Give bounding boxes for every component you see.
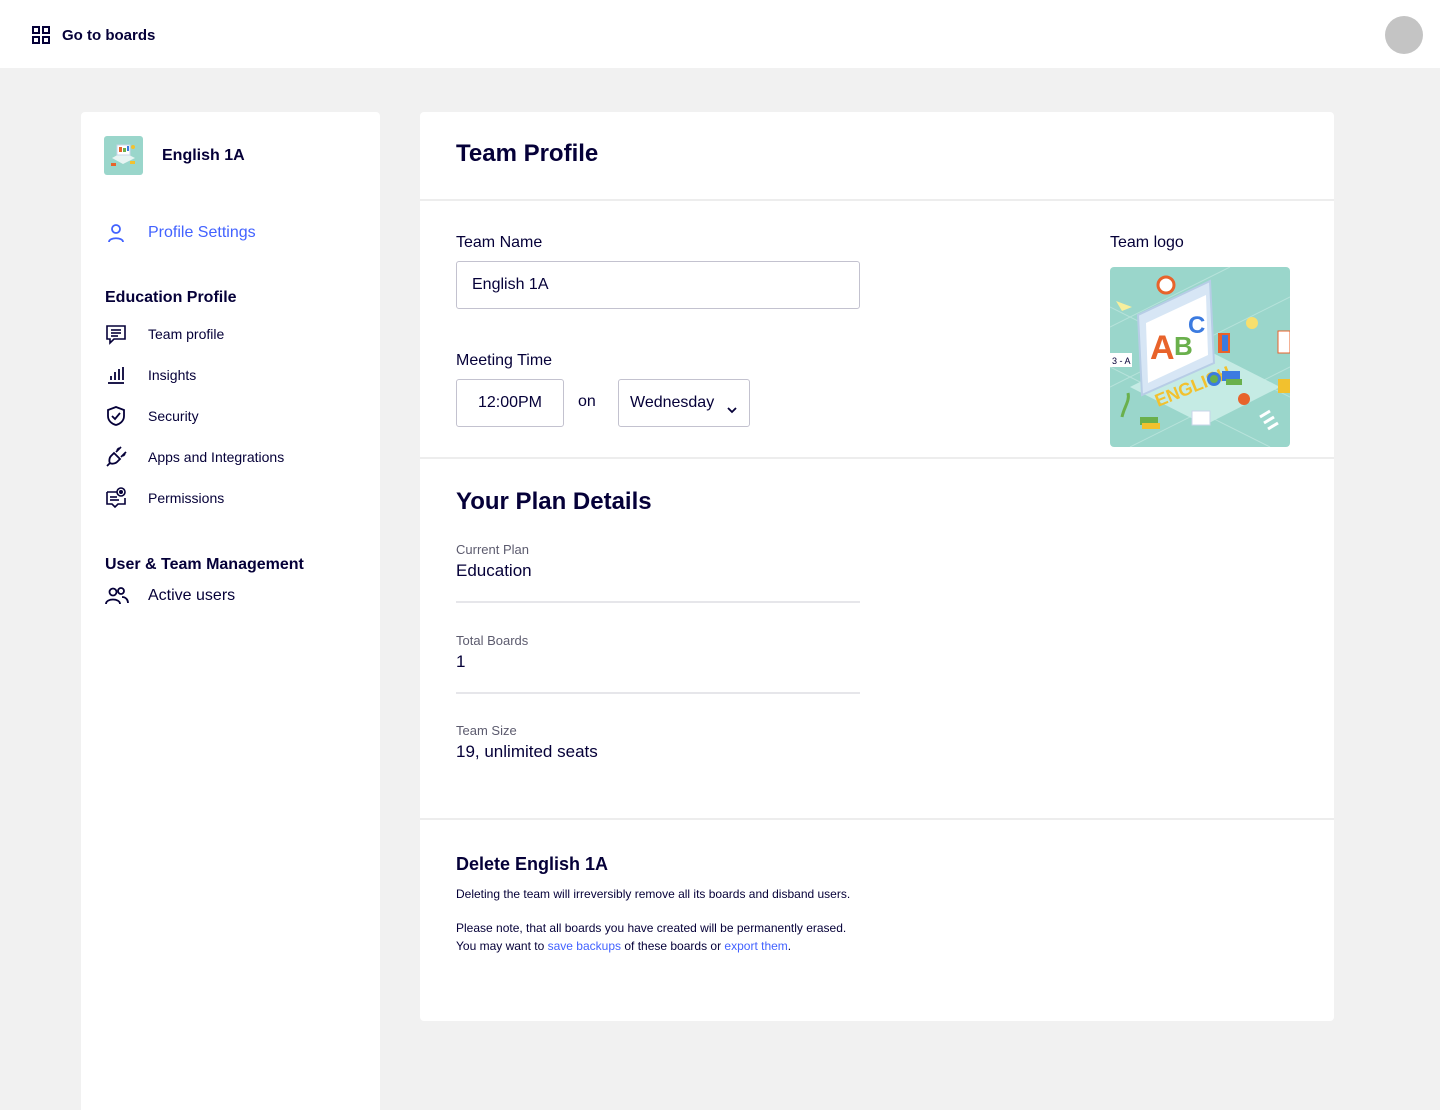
delete-note-text: Please note, that all boards you have cr…	[456, 921, 847, 935]
top-bar: Go to boards	[0, 0, 1440, 68]
plan-row-value: 1	[456, 652, 466, 671]
bar-chart-icon	[105, 364, 127, 386]
sidebar-item-label: Security	[148, 408, 199, 424]
sidebar-item-label: Profile Settings	[148, 224, 256, 241]
sidebar-item-security[interactable]: Security	[105, 405, 199, 427]
sidebar-item-permissions[interactable]: Permissions	[105, 487, 224, 509]
meeting-time-label: Meeting Time	[456, 352, 553, 369]
sidebar-item-team-profile[interactable]: Team profile	[105, 323, 224, 345]
plan-row-label: Current Plan	[456, 542, 529, 557]
page-title: Team Profile	[456, 140, 599, 167]
save-backups-link[interactable]: save backups	[548, 939, 621, 953]
plan-row-current-plan: Current Plan Education	[456, 542, 860, 581]
logo-letter-a: A	[1150, 329, 1175, 367]
export-them-link[interactable]: export them	[724, 939, 787, 953]
sidebar: English 1A Profile Settings Education Pr…	[81, 112, 380, 1110]
plan-row-divider	[456, 692, 860, 694]
section-divider-delete	[420, 818, 1334, 820]
delete-backup-text: You may want to save backups of these bo…	[456, 937, 791, 955]
on-label: on	[578, 393, 596, 410]
sidebar-item-label: Insights	[148, 367, 197, 383]
section-title-education-profile: Education Profile	[105, 289, 237, 306]
team-logo-label: Team logo	[1110, 234, 1184, 251]
list-icon	[105, 323, 127, 345]
delete-backup-suffix: .	[787, 939, 792, 953]
sidebar-item-profile-settings[interactable]: Profile Settings	[105, 222, 256, 244]
section-title-user-team-management: User & Team Management	[105, 556, 304, 573]
team-logo-image[interactable]: A B C ENGLISH 3 - A	[1110, 267, 1290, 447]
sidebar-item-active-users[interactable]: Active users	[105, 585, 235, 607]
plan-row-team-size: Team Size 19, unlimited seats	[456, 723, 860, 762]
plan-row-label: Team Size	[456, 723, 517, 738]
sidebar-item-label: Permissions	[148, 490, 225, 506]
grid-icon	[30, 24, 52, 46]
team-logo-thumbnail	[104, 136, 143, 175]
plan-row-value: Education	[456, 561, 532, 580]
delete-warning-text: Deleting the team will irreversibly remo…	[456, 887, 851, 901]
sidebar-item-apps-and-integrations[interactable]: Apps and Integrations	[105, 446, 284, 468]
meeting-day-select[interactable]: Wednesday	[618, 379, 750, 427]
plan-details-title: Your Plan Details	[456, 488, 652, 515]
plan-row-label: Total Boards	[456, 633, 529, 648]
delete-backup-prefix: You may want to	[456, 939, 548, 953]
sidebar-item-label: Active users	[148, 587, 236, 604]
users-icon	[105, 585, 129, 607]
header-divider	[420, 199, 1334, 201]
sidebar-team-header[interactable]: English 1A	[104, 136, 245, 175]
plan-row-value: 19, unlimited seats	[456, 742, 598, 761]
sidebar-item-label: Apps and Integrations	[148, 449, 285, 465]
go-to-boards-label: Go to boards	[62, 26, 156, 44]
plug-icon	[105, 446, 127, 468]
team-name-label: Team Name	[456, 234, 543, 251]
sidebar-item-insights[interactable]: Insights	[105, 364, 196, 386]
meeting-day-value: Wednesday	[630, 394, 715, 411]
section-divider-plan	[420, 457, 1334, 459]
avatar[interactable]	[1385, 16, 1423, 54]
go-to-boards-button[interactable]: Go to boards	[30, 24, 155, 46]
sidebar-team-name: English 1A	[162, 146, 245, 164]
plan-row-divider	[456, 601, 860, 603]
permissions-icon	[105, 487, 127, 509]
logo-tag: 3 - A	[1112, 356, 1131, 366]
meeting-time-field[interactable]: 12:00PM	[456, 379, 564, 427]
delete-backup-middle: of these boards or	[621, 939, 725, 953]
team-profile-panel: Team Profile Team Name Meeting Time 12:0…	[420, 112, 1334, 1021]
team-name-input[interactable]	[456, 261, 860, 309]
plan-row-total-boards: Total Boards 1	[456, 633, 860, 672]
sidebar-item-label: Team profile	[148, 326, 225, 342]
meeting-time-value: 12:00PM	[477, 394, 543, 411]
delete-team-title: Delete English 1A	[456, 854, 609, 874]
user-icon	[105, 222, 127, 244]
logo-letter-c: C	[1188, 312, 1205, 339]
shield-check-icon	[105, 405, 127, 427]
chevron-down-icon	[727, 401, 737, 414]
